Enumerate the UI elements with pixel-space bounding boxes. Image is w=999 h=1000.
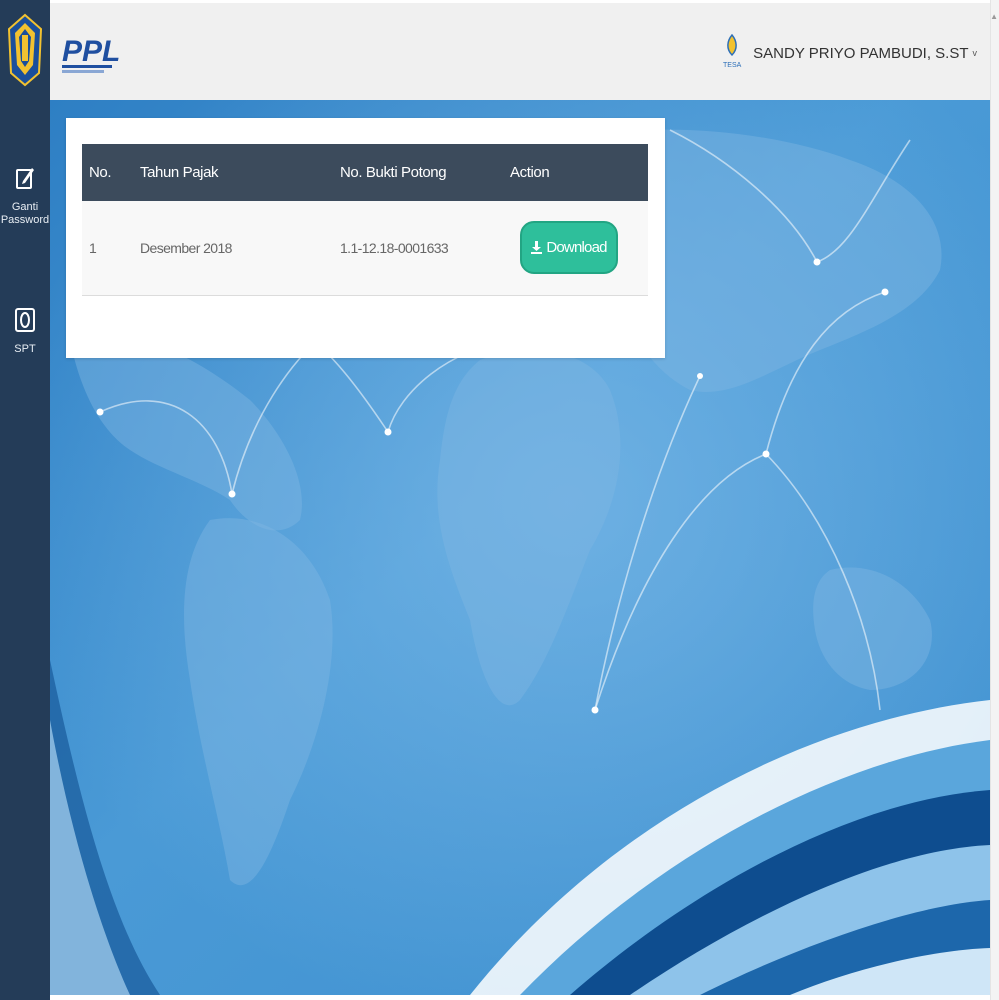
- vertical-scrollbar[interactable]: ▲: [990, 0, 999, 1000]
- header-tahun-pajak: Tahun Pajak: [140, 164, 219, 181]
- cell-tahun-pajak: Desember 2018: [140, 239, 232, 256]
- document-icon: [0, 307, 50, 337]
- cell-no-bukti-potong: 1.1-12.18-0001633: [340, 239, 449, 256]
- content-card: No. Tahun Pajak No. Bukti Potong Action …: [66, 118, 665, 358]
- sidebar-item-label: Ganti Password: [0, 201, 50, 226]
- user-name: SANDY PRIYO PAMBUDI, S.ST: [753, 44, 969, 62]
- sidebar-item-spt[interactable]: SPT: [0, 307, 50, 356]
- table-header-row: No. Tahun Pajak No. Bukti Potong Action: [82, 144, 648, 201]
- download-icon: [531, 241, 543, 255]
- download-label: Download: [546, 239, 607, 257]
- ministry-emblem-logo: [0, 0, 50, 100]
- user-menu[interactable]: TESA SANDY PRIYO PAMBUDI, S.ST v: [721, 33, 977, 73]
- app-logo-text: PPL: [62, 35, 120, 68]
- user-badge-icon: TESA: [723, 33, 742, 69]
- sidebar: Ganti Password SPT: [0, 0, 50, 1000]
- app-logo: PPL: [60, 31, 124, 82]
- edit-icon: [0, 165, 50, 195]
- download-button[interactable]: Download: [520, 221, 618, 275]
- bukti-potong-table: No. Tahun Pajak No. Bukti Potong Action …: [82, 144, 648, 296]
- cell-action: Download: [510, 201, 648, 295]
- sidebar-item-ganti-password[interactable]: Ganti Password: [0, 165, 50, 227]
- user-badge-text: TESA: [723, 62, 742, 69]
- cell-no: 1: [89, 239, 97, 256]
- sidebar-item-label: SPT: [14, 343, 36, 355]
- top-bar: PPL TESA SANDY PRIYO PAMBUDI, S.ST v: [50, 0, 999, 100]
- scroll-up-arrow-icon[interactable]: ▲: [990, 12, 998, 21]
- table-row: 1 Desember 2018 1.1-12.18-0001633 Downlo…: [82, 201, 648, 295]
- chevron-down-icon: v: [972, 48, 978, 58]
- header-no: No.: [89, 164, 112, 181]
- header-action: Action: [510, 164, 550, 181]
- header-no-bukti-potong: No. Bukti Potong: [340, 164, 447, 181]
